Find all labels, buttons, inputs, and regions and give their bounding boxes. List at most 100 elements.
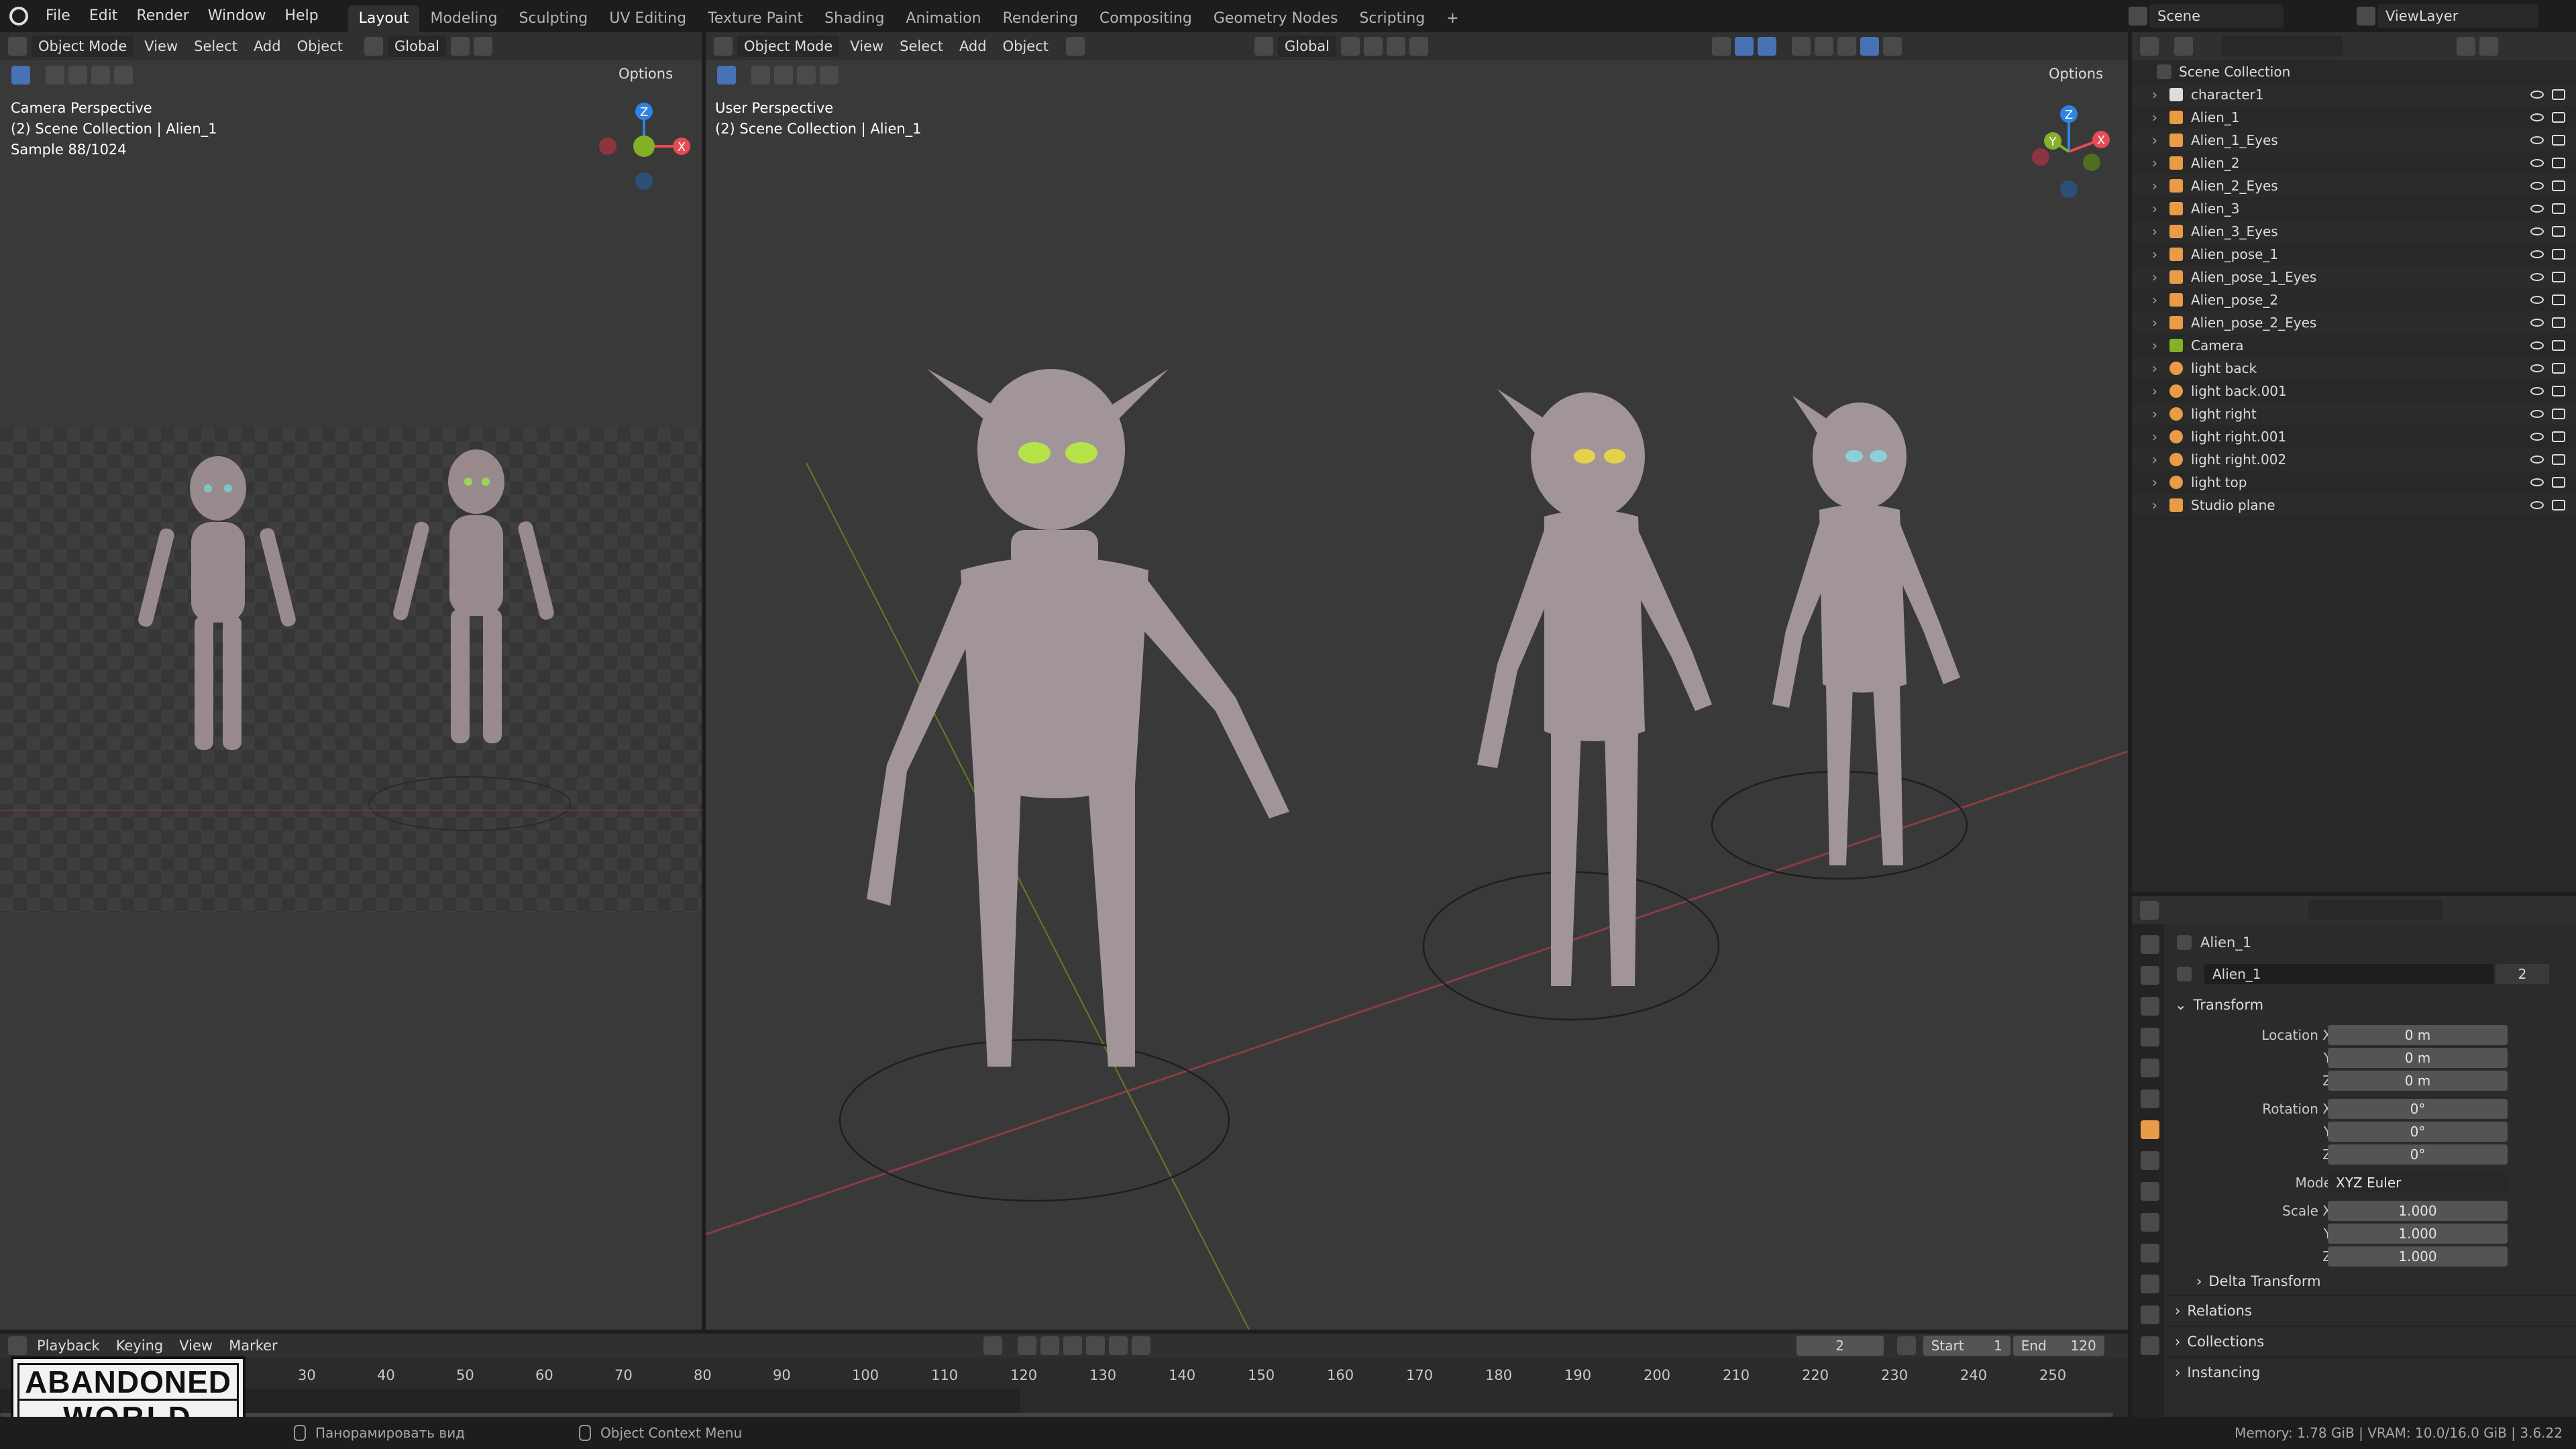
visibility-eye-icon[interactable] <box>2530 227 2544 235</box>
outliner-item[interactable]: › character1 <box>2132 83 2576 106</box>
expand-chevron-icon[interactable]: › <box>2152 451 2157 468</box>
expand-chevron-icon[interactable]: › <box>2152 269 2157 285</box>
add-workspace-button[interactable]: + <box>1436 5 1469 32</box>
start-frame-field[interactable]: Start 1 <box>1923 1336 2010 1356</box>
snap-icon[interactable] <box>451 37 470 56</box>
main-mode-dropdown[interactable]: Object Mode <box>737 36 840 57</box>
play-reverse-icon[interactable] <box>1063 1336 1082 1355</box>
scale-z-field[interactable]: 1.000 <box>2328 1246 2508 1267</box>
outliner-item[interactable]: › Alien_pose_1_Eyes <box>2132 266 2576 288</box>
neg-z-axis-handle[interactable] <box>2060 180 2078 198</box>
scene-selector[interactable]: Scene <box>2127 4 2284 28</box>
expand-chevron-icon[interactable]: › <box>2152 383 2157 399</box>
jump-keyframe-forward-icon[interactable] <box>1108 1336 1128 1355</box>
tab-animation[interactable]: Animation <box>895 5 991 32</box>
output-tab-icon[interactable] <box>2141 997 2159 1016</box>
xray-icon[interactable] <box>1792 37 1811 56</box>
visibility-eye-icon[interactable] <box>2530 136 2544 144</box>
location-x-field[interactable]: 0 m <box>2328 1025 2508 1045</box>
rotation-x-field[interactable]: 0° <box>2328 1099 2508 1119</box>
render-visibility-icon[interactable] <box>2552 112 2565 123</box>
visibility-eye-icon[interactable] <box>2530 250 2544 258</box>
render-visibility-icon[interactable] <box>2552 249 2565 260</box>
outliner-item[interactable]: › light back <box>2132 357 2576 380</box>
display-mode-icon[interactable] <box>2174 37 2193 56</box>
visibility-eye-icon[interactable] <box>2530 478 2544 486</box>
tab-rendering[interactable]: Rendering <box>992 5 1089 32</box>
datablock-name-field[interactable]: Alien_1 <box>2204 964 2494 984</box>
delta-transform-header[interactable]: › Delta Transform <box>2196 1267 2321 1296</box>
expand-chevron-icon[interactable]: › <box>2152 360 2157 376</box>
outliner-item[interactable]: › light right.001 <box>2132 425 2576 448</box>
render-visibility-icon[interactable] <box>2552 203 2565 214</box>
left-menu-select[interactable]: Select <box>186 32 246 60</box>
tab-uv-editing[interactable]: UV Editing <box>598 5 697 32</box>
select-mode-subtract-icon[interactable] <box>91 66 110 85</box>
neg-z-axis-handle[interactable] <box>635 172 653 190</box>
blender-logo-icon[interactable] <box>9 7 28 25</box>
select-box-icon[interactable] <box>11 66 30 85</box>
y-axis-handle[interactable] <box>633 136 655 157</box>
constraints-tab-icon[interactable] <box>2141 1244 2159 1263</box>
tab-shading[interactable]: Shading <box>814 5 895 32</box>
visibility-eye-icon[interactable] <box>2530 501 2544 509</box>
jump-keyframe-back-icon[interactable] <box>1040 1336 1059 1355</box>
snap-icon[interactable] <box>1341 37 1360 56</box>
tab-geometry-nodes[interactable]: Geometry Nodes <box>1203 5 1349 32</box>
outliner-item[interactable]: › Alien_pose_2 <box>2132 288 2576 311</box>
texture-tab-icon[interactable] <box>2141 1336 2159 1355</box>
render-visibility-icon[interactable] <box>2552 272 2565 282</box>
world-tab-icon[interactable] <box>2141 1089 2159 1108</box>
select-mode-extend-icon[interactable] <box>68 66 87 85</box>
end-frame-field[interactable]: End 120 <box>2012 1336 2104 1356</box>
filter-icon[interactable] <box>2457 37 2475 56</box>
outliner-item[interactable]: › Alien_pose_1 <box>2132 243 2576 266</box>
visibility-eye-icon[interactable] <box>2530 387 2544 395</box>
expand-chevron-icon[interactable]: › <box>2152 337 2157 354</box>
object-data-icon[interactable] <box>2177 967 2192 981</box>
properties-search-input[interactable] <box>2308 900 2443 920</box>
visibility-eye-icon[interactable] <box>2530 433 2544 441</box>
viewlayer-name[interactable]: ViewLayer <box>2377 4 2538 28</box>
menu-help[interactable]: Help <box>276 0 328 32</box>
visibility-eye-icon[interactable] <box>2530 182 2544 190</box>
tab-compositing[interactable]: Compositing <box>1089 5 1203 32</box>
render-visibility-icon[interactable] <box>2552 409 2565 419</box>
transform-pivot-icon[interactable] <box>1254 37 1274 56</box>
location-y-field[interactable]: 0 m <box>2328 1048 2508 1068</box>
outliner-item[interactable]: › Alien_2_Eyes <box>2132 174 2576 197</box>
expand-chevron-icon[interactable]: › <box>2152 109 2157 125</box>
record-icon[interactable] <box>983 1336 1002 1355</box>
main-orientation-dropdown[interactable]: Global <box>1278 36 1337 57</box>
tab-scripting[interactable]: Scripting <box>1348 5 1436 32</box>
visibility-eye-icon[interactable] <box>2530 341 2544 350</box>
falloff-icon[interactable] <box>1409 37 1429 56</box>
expand-chevron-icon[interactable]: › <box>2152 87 2157 103</box>
tool-tab-icon[interactable] <box>2141 935 2159 954</box>
visibility-eye-icon[interactable] <box>2530 364 2544 372</box>
left-menu-view[interactable]: View <box>136 32 186 60</box>
outliner-item[interactable]: › Camera <box>2132 334 2576 357</box>
snap-target-icon[interactable] <box>1364 37 1383 56</box>
jump-start-icon[interactable] <box>1017 1336 1036 1355</box>
tab-layout[interactable]: Layout <box>347 5 420 32</box>
location-z-field[interactable]: 0 m <box>2328 1071 2508 1091</box>
viewlayer-selector[interactable]: ViewLayer <box>2355 4 2538 28</box>
scale-x-field[interactable]: 1.000 <box>2328 1201 2508 1221</box>
visibility-eye-icon[interactable] <box>2530 273 2544 281</box>
collections-panel-header[interactable]: › Collections <box>2164 1326 2576 1356</box>
jump-end-icon[interactable] <box>1131 1336 1150 1355</box>
scene-name[interactable]: Scene <box>2149 4 2284 28</box>
render-visibility-icon[interactable] <box>2552 386 2565 396</box>
outliner-item[interactable]: › Alien_1_Eyes <box>2132 129 2576 152</box>
outliner-item[interactable]: › Studio plane <box>2132 494 2576 517</box>
expand-chevron-icon[interactable]: › <box>2152 497 2157 513</box>
tab-sculpting[interactable]: Sculpting <box>508 5 599 32</box>
render-visibility-icon[interactable] <box>2552 89 2565 100</box>
visibility-icon[interactable] <box>1712 37 1731 56</box>
editor-type-icon[interactable] <box>8 37 27 56</box>
timeline-menu-marker[interactable]: Marker <box>221 1334 286 1358</box>
new-collection-icon[interactable] <box>2479 37 2498 56</box>
gizmos-icon[interactable] <box>1735 37 1754 56</box>
main-3d-viewport[interactable]: Options User Perspective (2) Scene Colle… <box>706 60 2128 1330</box>
